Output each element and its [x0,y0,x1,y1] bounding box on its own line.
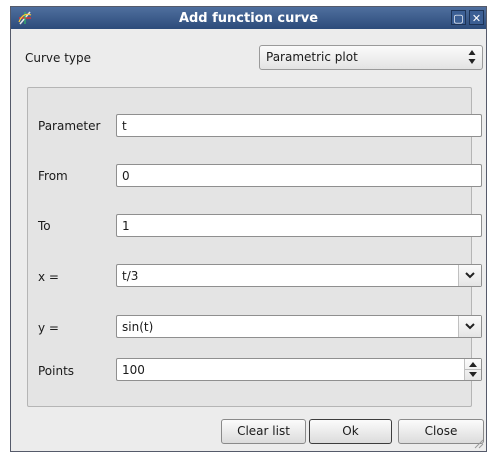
dialog-window: Add function curve ▢ ✕ Curve type Parame… [10,6,487,452]
to-label: To [38,219,51,233]
ok-button[interactable]: Ok [309,419,392,444]
spin-arrows-icon [465,362,481,377]
chevron-down-icon [465,272,475,279]
close-button[interactable]: Close [398,419,484,444]
curve-type-value: Parametric plot [266,50,358,64]
clear-list-button[interactable]: Clear list [221,419,306,444]
updown-arrow-icon [468,50,476,64]
points-label: Points [38,364,75,378]
curve-type-label: Curve type [25,51,92,65]
close-window-button[interactable]: ✕ [469,10,484,25]
parameter-value: t [122,119,127,133]
points-value: 100 [122,363,145,377]
function-group-box: Parameter t From 0 To 1 x = t/3 y = sin(… [27,87,482,407]
maximize-button[interactable]: ▢ [451,10,466,25]
y-function-combo[interactable]: sin(t) [116,315,482,338]
parameter-label: Parameter [38,119,101,133]
parameter-input[interactable]: t [116,114,482,137]
from-input[interactable]: 0 [116,164,482,187]
curve-type-select[interactable]: Parametric plot [259,45,483,70]
points-spin-buttons[interactable] [464,359,481,380]
x-dropdown-button[interactable] [458,265,481,286]
to-value: 1 [122,219,130,233]
y-label: y = [38,321,59,335]
chevron-down-icon [465,323,475,330]
title-bar[interactable]: Add function curve ▢ ✕ [11,7,486,29]
y-dropdown-button[interactable] [458,316,481,337]
points-spinbox[interactable]: 100 [116,358,482,381]
x-label: x = [38,270,59,284]
from-value: 0 [122,169,130,183]
from-label: From [38,169,68,183]
to-input[interactable]: 1 [116,214,482,237]
x-function-combo[interactable]: t/3 [116,264,482,287]
x-function-value: t/3 [122,269,139,283]
resize-grip-icon[interactable] [474,439,484,449]
dialog-title: Add function curve [178,11,319,26]
y-function-value: sin(t) [122,320,154,334]
